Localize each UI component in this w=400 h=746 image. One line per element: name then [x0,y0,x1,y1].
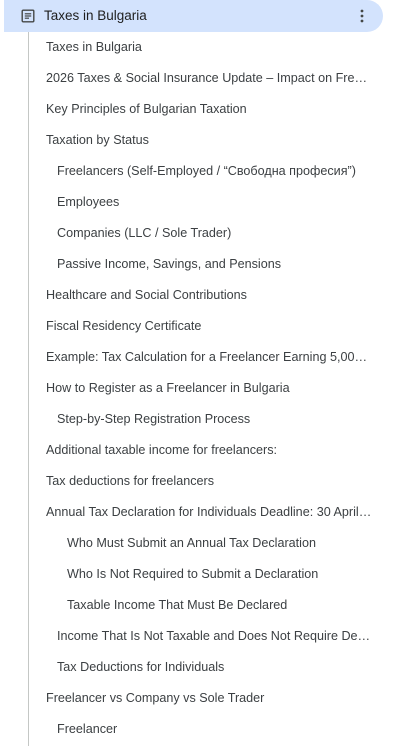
outline-item[interactable]: Annual Tax Declaration for Individuals D… [46,497,372,528]
outline-item[interactable]: Passive Income, Savings, and Pensions [57,249,372,280]
outline-item[interactable]: Example: Tax Calculation for a Freelance… [46,342,372,373]
outline-item[interactable]: Freelancer vs Company vs Sole Trader [46,683,372,714]
outline-item[interactable]: Who Must Submit an Annual Tax Declaratio… [67,528,372,559]
outline-item[interactable]: Fiscal Residency Certificate [46,311,372,342]
document-icon [21,9,35,23]
outline-item[interactable]: Tax Deductions for Individuals [57,652,372,683]
outline-item[interactable]: Taxes in Bulgaria [46,32,372,63]
outline-item[interactable]: Key Principles of Bulgarian Taxation [46,94,372,125]
document-title: Taxes in Bulgaria [44,8,147,23]
outline-item[interactable]: 2026 Taxes & Social Insurance Update – I… [46,63,372,94]
outline-item[interactable]: How to Register as a Freelancer in Bulga… [46,373,372,404]
outline-item[interactable]: Freelancers (Self-Employed / “Свободна п… [57,156,372,187]
more-vert-icon[interactable] [356,8,368,24]
outline-item[interactable]: Freelancer [57,714,372,745]
outline-rail [28,32,29,746]
outline-item[interactable]: Income That Is Not Taxable and Does Not … [57,621,372,652]
outline-item[interactable]: Healthcare and Social Contributions [46,280,372,311]
outline-item[interactable]: Additional taxable income for freelancer… [46,435,372,466]
outline-item[interactable]: Tax deductions for freelancers [46,466,372,497]
outline-item[interactable]: Step-by-Step Registration Process [57,404,372,435]
outline-item[interactable]: Employees [57,187,372,218]
outline-item[interactable]: Who Is Not Required to Submit a Declarat… [67,559,372,590]
outline-header-tab[interactable]: Taxes in Bulgaria [4,0,383,32]
outline-item[interactable]: Taxation by Status [46,125,372,156]
document-outline: Taxes in Bulgaria 2026 Taxes & Social Ins… [0,32,400,746]
outline-item[interactable]: Companies (LLC / Sole Trader) [57,218,372,249]
outline-item[interactable]: Taxable Income That Must Be Declared [67,590,372,621]
